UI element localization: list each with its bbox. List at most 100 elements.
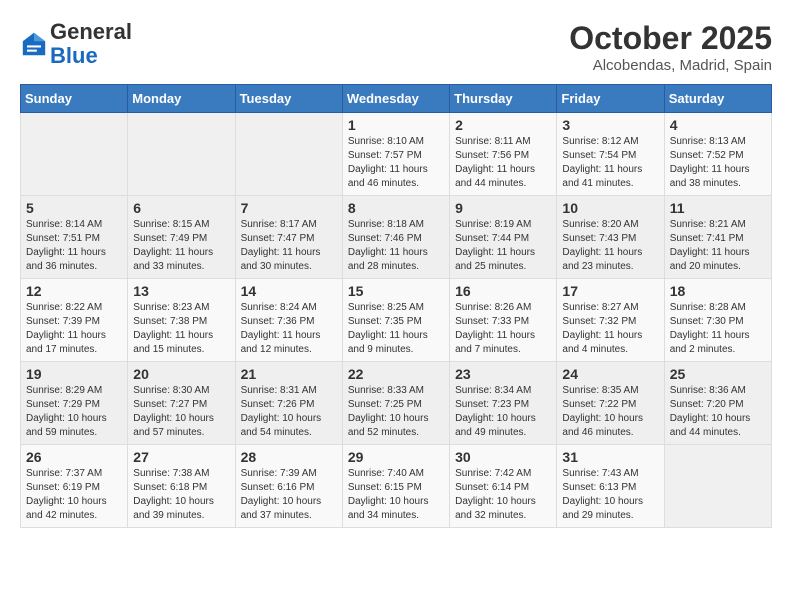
day-info: Sunrise: 7:37 AM Sunset: 6:19 PM Dayligh… bbox=[26, 467, 122, 523]
day-info: Sunrise: 8:29 AM Sunset: 7:29 PM Dayligh… bbox=[26, 384, 122, 440]
calendar-cell: 5 Sunrise: 8:14 AM Sunset: 7:51 PM Daylig… bbox=[21, 196, 128, 279]
day-info: Sunrise: 8:26 AM Sunset: 7:33 PM Dayligh… bbox=[455, 301, 551, 357]
day-number: 13 bbox=[133, 283, 229, 299]
calendar-week-row: 5 Sunrise: 8:14 AM Sunset: 7:51 PM Daylig… bbox=[21, 196, 772, 279]
weekday-header-thursday: Thursday bbox=[450, 85, 557, 113]
calendar-cell: 25 Sunrise: 8:36 AM Sunset: 7:20 PM Dayli… bbox=[664, 362, 771, 445]
calendar-cell: 11Sunrise: 8:21 AM Sunset: 7:41 PM Dayli… bbox=[664, 196, 771, 279]
day-info: Sunrise: 8:24 AM Sunset: 7:36 PM Dayligh… bbox=[241, 301, 337, 357]
day-number: 27 bbox=[133, 449, 229, 465]
day-number: 4 bbox=[670, 117, 766, 133]
day-info: Sunrise: 8:18 AM Sunset: 7:46 PM Dayligh… bbox=[348, 218, 444, 274]
day-info: Sunrise: 8:27 AM Sunset: 7:32 PM Dayligh… bbox=[562, 301, 658, 357]
calendar-cell: 9 Sunrise: 8:19 AM Sunset: 7:44 PM Daylig… bbox=[450, 196, 557, 279]
day-number: 30 bbox=[455, 449, 551, 465]
calendar-cell: 27 Sunrise: 7:38 AM Sunset: 6:18 PM Dayli… bbox=[128, 445, 235, 528]
calendar-cell: 28 Sunrise: 7:39 AM Sunset: 6:16 PM Dayli… bbox=[235, 445, 342, 528]
day-number: 18 bbox=[670, 283, 766, 299]
day-info: Sunrise: 8:33 AM Sunset: 7:25 PM Dayligh… bbox=[348, 384, 444, 440]
day-number: 15 bbox=[348, 283, 444, 299]
day-info: Sunrise: 7:43 AM Sunset: 6:13 PM Dayligh… bbox=[562, 467, 658, 523]
calendar-cell bbox=[128, 113, 235, 196]
day-number: 6 bbox=[133, 200, 229, 216]
location: Alcobendas, Madrid, Spain bbox=[569, 57, 772, 74]
day-info: Sunrise: 8:19 AM Sunset: 7:44 PM Dayligh… bbox=[455, 218, 551, 274]
day-info: Sunrise: 8:17 AM Sunset: 7:47 PM Dayligh… bbox=[241, 218, 337, 274]
calendar-table: SundayMondayTuesdayWednesdayThursdayFrid… bbox=[20, 84, 772, 528]
logo-icon bbox=[20, 30, 48, 58]
day-number: 26 bbox=[26, 449, 122, 465]
day-number: 8 bbox=[348, 200, 444, 216]
calendar-week-row: 19 Sunrise: 8:29 AM Sunset: 7:29 PM Dayli… bbox=[21, 362, 772, 445]
day-info: Sunrise: 7:38 AM Sunset: 6:18 PM Dayligh… bbox=[133, 467, 229, 523]
day-info: Sunrise: 7:39 AM Sunset: 6:16 PM Dayligh… bbox=[241, 467, 337, 523]
day-number: 21 bbox=[241, 366, 337, 382]
calendar-cell: 20 Sunrise: 8:30 AM Sunset: 7:27 PM Dayli… bbox=[128, 362, 235, 445]
day-number: 29 bbox=[348, 449, 444, 465]
day-number: 16 bbox=[455, 283, 551, 299]
day-info: Sunrise: 8:11 AM Sunset: 7:56 PM Dayligh… bbox=[455, 135, 551, 191]
calendar-cell: 3 Sunrise: 8:12 AM Sunset: 7:54 PM Daylig… bbox=[557, 113, 664, 196]
day-info: Sunrise: 8:15 AM Sunset: 7:49 PM Dayligh… bbox=[133, 218, 229, 274]
day-info: Sunrise: 8:10 AM Sunset: 7:57 PM Dayligh… bbox=[348, 135, 444, 191]
month-title: October 2025 bbox=[569, 20, 772, 57]
day-number: 5 bbox=[26, 200, 122, 216]
day-info: Sunrise: 7:42 AM Sunset: 6:14 PM Dayligh… bbox=[455, 467, 551, 523]
calendar-cell: 21 Sunrise: 8:31 AM Sunset: 7:26 PM Dayli… bbox=[235, 362, 342, 445]
weekday-header-monday: Monday bbox=[128, 85, 235, 113]
logo-blue-text: Blue bbox=[50, 43, 98, 68]
day-number: 20 bbox=[133, 366, 229, 382]
calendar-cell: 29 Sunrise: 7:40 AM Sunset: 6:15 PM Dayli… bbox=[342, 445, 449, 528]
weekday-header-friday: Friday bbox=[557, 85, 664, 113]
day-number: 9 bbox=[455, 200, 551, 216]
calendar-cell: 17Sunrise: 8:27 AM Sunset: 7:32 PM Dayli… bbox=[557, 279, 664, 362]
day-info: Sunrise: 8:34 AM Sunset: 7:23 PM Dayligh… bbox=[455, 384, 551, 440]
calendar-cell: 18 Sunrise: 8:28 AM Sunset: 7:30 PM Dayli… bbox=[664, 279, 771, 362]
day-info: Sunrise: 8:13 AM Sunset: 7:52 PM Dayligh… bbox=[670, 135, 766, 191]
day-number: 2 bbox=[455, 117, 551, 133]
day-number: 31 bbox=[562, 449, 658, 465]
calendar-cell: 26 Sunrise: 7:37 AM Sunset: 6:19 PM Dayli… bbox=[21, 445, 128, 528]
day-info: Sunrise: 8:28 AM Sunset: 7:30 PM Dayligh… bbox=[670, 301, 766, 357]
logo: General Blue bbox=[20, 20, 132, 68]
day-number: 22 bbox=[348, 366, 444, 382]
calendar-header-row: SundayMondayTuesdayWednesdayThursdayFrid… bbox=[21, 85, 772, 113]
logo-general-text: General bbox=[50, 19, 132, 44]
day-info: Sunrise: 8:36 AM Sunset: 7:20 PM Dayligh… bbox=[670, 384, 766, 440]
calendar-cell bbox=[664, 445, 771, 528]
calendar-body: 1Sunrise: 8:10 AM Sunset: 7:57 PM Daylig… bbox=[21, 113, 772, 528]
day-number: 23 bbox=[455, 366, 551, 382]
calendar-cell: 8 Sunrise: 8:18 AM Sunset: 7:46 PM Daylig… bbox=[342, 196, 449, 279]
day-number: 14 bbox=[241, 283, 337, 299]
day-number: 19 bbox=[26, 366, 122, 382]
calendar-cell: 6 Sunrise: 8:15 AM Sunset: 7:49 PM Daylig… bbox=[128, 196, 235, 279]
calendar-cell: 2 Sunrise: 8:11 AM Sunset: 7:56 PM Daylig… bbox=[450, 113, 557, 196]
calendar-cell: 31 Sunrise: 7:43 AM Sunset: 6:13 PM Dayli… bbox=[557, 445, 664, 528]
weekday-header-sunday: Sunday bbox=[21, 85, 128, 113]
calendar-cell: 23 Sunrise: 8:34 AM Sunset: 7:23 PM Dayli… bbox=[450, 362, 557, 445]
calendar-cell bbox=[235, 113, 342, 196]
day-number: 25 bbox=[670, 366, 766, 382]
day-info: Sunrise: 8:35 AM Sunset: 7:22 PM Dayligh… bbox=[562, 384, 658, 440]
day-number: 28 bbox=[241, 449, 337, 465]
day-info: Sunrise: 8:25 AM Sunset: 7:35 PM Dayligh… bbox=[348, 301, 444, 357]
calendar-week-row: 26 Sunrise: 7:37 AM Sunset: 6:19 PM Dayli… bbox=[21, 445, 772, 528]
day-info: Sunrise: 8:20 AM Sunset: 7:43 PM Dayligh… bbox=[562, 218, 658, 274]
calendar-cell: 4 Sunrise: 8:13 AM Sunset: 7:52 PM Daylig… bbox=[664, 113, 771, 196]
calendar-cell: 7 Sunrise: 8:17 AM Sunset: 7:47 PM Daylig… bbox=[235, 196, 342, 279]
calendar-cell: 22 Sunrise: 8:33 AM Sunset: 7:25 PM Dayli… bbox=[342, 362, 449, 445]
title-block: October 2025 Alcobendas, Madrid, Spain bbox=[569, 20, 772, 74]
day-info: Sunrise: 8:14 AM Sunset: 7:51 PM Dayligh… bbox=[26, 218, 122, 274]
day-number: 7 bbox=[241, 200, 337, 216]
day-number: 3 bbox=[562, 117, 658, 133]
calendar-cell bbox=[21, 113, 128, 196]
calendar-cell: 24Sunrise: 8:35 AM Sunset: 7:22 PM Dayli… bbox=[557, 362, 664, 445]
day-info: Sunrise: 8:12 AM Sunset: 7:54 PM Dayligh… bbox=[562, 135, 658, 191]
day-info: Sunrise: 8:30 AM Sunset: 7:27 PM Dayligh… bbox=[133, 384, 229, 440]
calendar-cell: 12Sunrise: 8:22 AM Sunset: 7:39 PM Dayli… bbox=[21, 279, 128, 362]
day-info: Sunrise: 7:40 AM Sunset: 6:15 PM Dayligh… bbox=[348, 467, 444, 523]
day-info: Sunrise: 8:31 AM Sunset: 7:26 PM Dayligh… bbox=[241, 384, 337, 440]
day-info: Sunrise: 8:22 AM Sunset: 7:39 PM Dayligh… bbox=[26, 301, 122, 357]
day-number: 11 bbox=[670, 200, 766, 216]
calendar-cell: 19 Sunrise: 8:29 AM Sunset: 7:29 PM Dayli… bbox=[21, 362, 128, 445]
